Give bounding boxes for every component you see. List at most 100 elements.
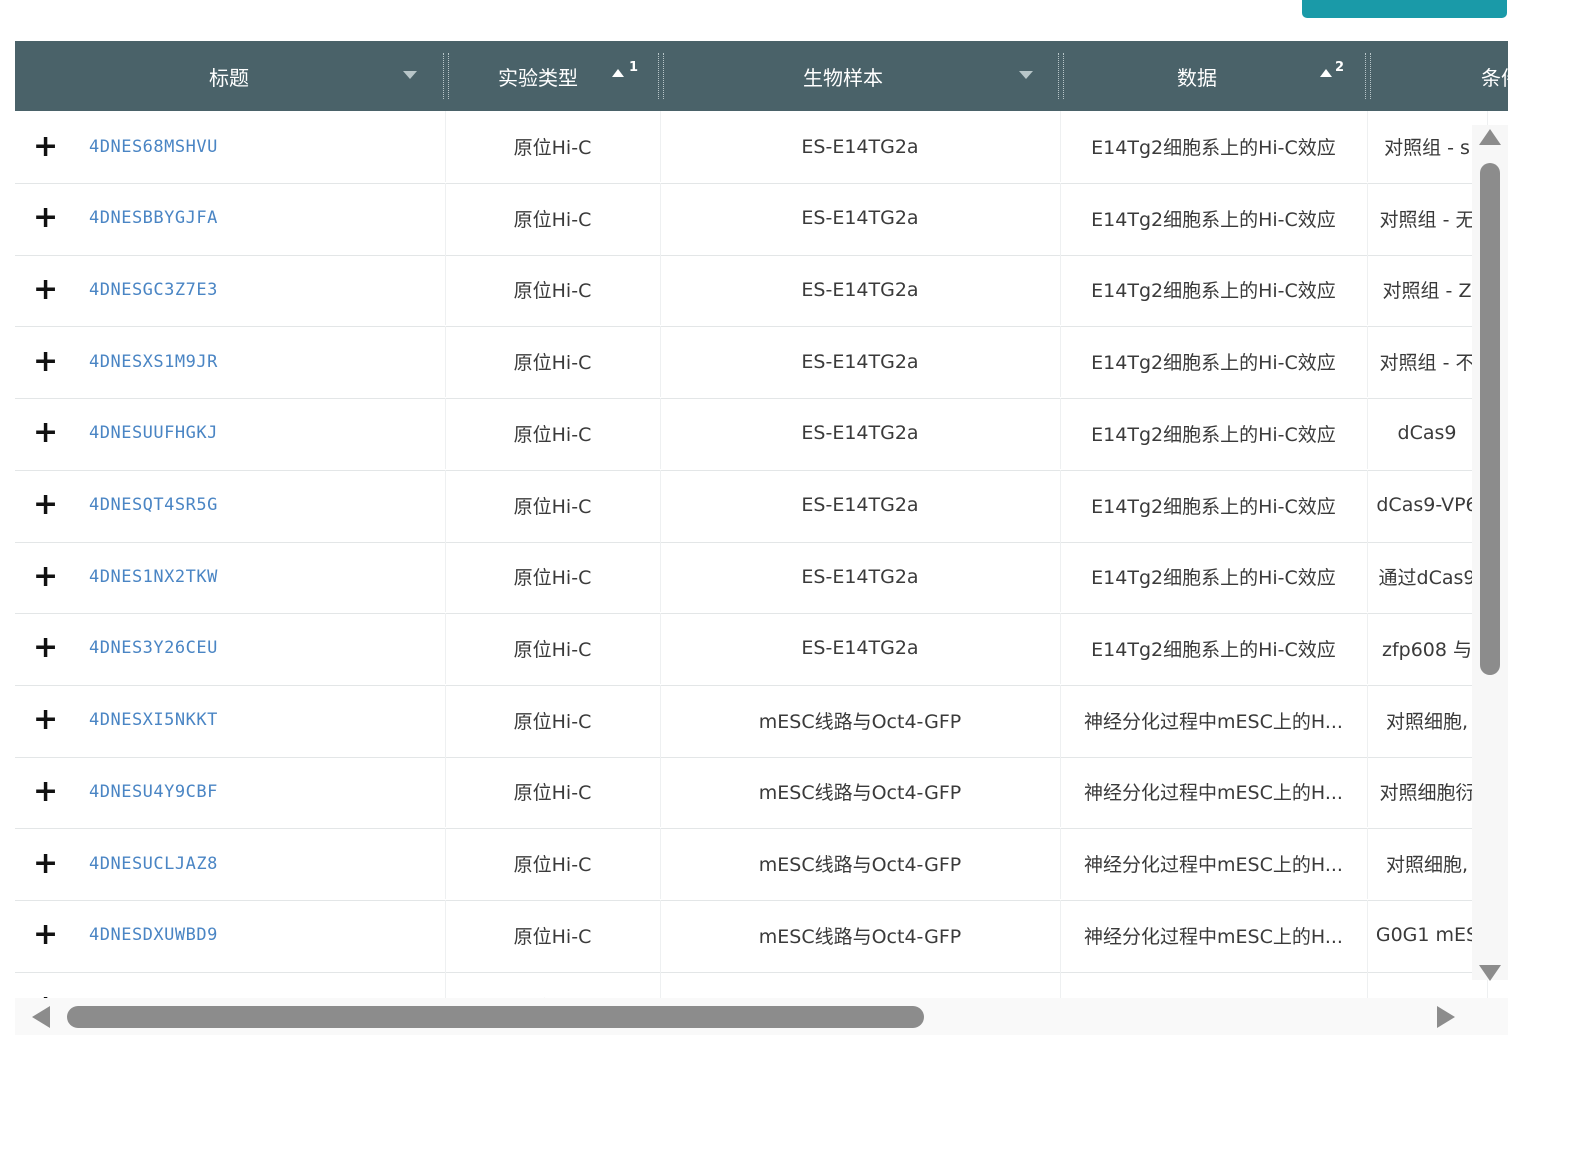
condition-cell: 对照细胞衍 (1367, 756, 1488, 828)
arrow-up-icon[interactable] (1479, 129, 1501, 145)
table-row: +4DNESQT4SR5G 原位Hi-C ES-E14TG2a E14Tg2细胞系上的… (15, 469, 1508, 543)
dataset-cell: E14Tg2细胞系上的Hi-C效应 (1060, 397, 1368, 469)
column-header-biosample[interactable]: 生物样本 (663, 41, 1023, 111)
condition-cell: 对照组 - 不 (1367, 326, 1488, 398)
table-header: 标题 实验类型 1 生物样本 数据 2 条件 (15, 41, 1508, 111)
plus-icon[interactable]: + (33, 274, 58, 305)
condition-cell: G0G1 mES (1367, 899, 1488, 971)
experiment-set-link[interactable]: 4DNES3Y26CEU (89, 612, 446, 684)
column-header-title[interactable]: 标题 (15, 41, 443, 111)
biosample-cell: ES-E14TG2a (660, 254, 1061, 326)
top-action-button[interactable] (1302, 0, 1507, 18)
experiment-set-link[interactable]: 4DNES68MSHVU (89, 111, 446, 182)
table-row: +4DNES1NX2TKW 原位Hi-C ES-E14TG2a E14Tg2细胞系上的… (15, 541, 1508, 615)
column-resize-handle[interactable] (1365, 53, 1371, 99)
condition-cell: dCas9-VP6 (1367, 469, 1488, 541)
column-header-experiment-type[interactable]: 实验类型 (448, 41, 658, 111)
plus-icon[interactable]: + (33, 346, 58, 377)
experiment-type-cell: 原位Hi-C (445, 971, 661, 999)
biosample-cell: ES-E14TG2a (660, 111, 1061, 182)
plus-icon[interactable]: + (33, 561, 58, 592)
experiment-set-link[interactable]: 4DNESU4Y9CBF (89, 756, 446, 828)
horizontal-scrollbar-thumb[interactable] (67, 1006, 924, 1028)
biosample-cell: mESC线路与Oct4-GFP (660, 971, 1061, 999)
experiment-set-link[interactable] (89, 971, 446, 999)
dataset-cell: E14Tg2细胞系上的Hi-C效应 (1060, 111, 1368, 182)
caret-down-icon[interactable] (403, 71, 417, 79)
dataset-cell: E14Tg2细胞系上的Hi-C效应 (1060, 182, 1368, 254)
sort-index-label: 1 (629, 60, 639, 75)
column-header-dataset[interactable]: 数据 (1063, 41, 1331, 111)
plus-icon[interactable]: + (33, 920, 58, 950)
experiment-type-cell: 原位Hi-C (445, 541, 661, 613)
dataset-cell: 神经分化过程中mESC上的H... (1060, 684, 1368, 756)
plus-icon[interactable]: + (33, 776, 58, 807)
experiment-type-cell: 原位Hi-C (445, 684, 661, 756)
experiment-set-link[interactable]: 4DNES1NX2TKW (89, 541, 446, 613)
biosample-cell: mESC线路与Oct4-GFP (660, 684, 1061, 756)
dataset-cell: E14Tg2细胞系上的Hi-C效应 (1060, 254, 1368, 326)
table-row: +4DNES68MSHVU 原位Hi-C ES-E14TG2a E14Tg2细胞系上的… (15, 111, 1508, 184)
experiment-set-link[interactable]: 4DNESUCLJAZ8 (89, 828, 446, 899)
condition-cell: 对照组 - s (1367, 111, 1488, 182)
experiment-type-cell: 原位Hi-C (445, 111, 661, 182)
dataset-cell: E14Tg2细胞系上的Hi-C效应 (1060, 326, 1368, 398)
plus-icon[interactable]: + (33, 705, 58, 735)
experiment-set-link[interactable]: 4DNESXI5NKKT (89, 684, 446, 756)
biosample-cell: mESC线路与Oct4-GFP (660, 899, 1061, 971)
caret-down-icon[interactable] (1019, 71, 1033, 79)
condition-cell: 对照组 - Z (1367, 254, 1488, 326)
table-row: +4DNESXS1M9JR 原位Hi-C ES-E14TG2a E14Tg2细胞系上的… (15, 326, 1508, 400)
table-row: +4DNES3Y26CEU 原位Hi-C ES-E14TG2a E14Tg2细胞系上的… (15, 612, 1508, 686)
biosample-cell: mESC线路与Oct4-GFP (660, 828, 1061, 899)
condition-cell: dCas9 (1367, 397, 1488, 469)
plus-icon[interactable]: + (33, 203, 58, 233)
experiment-type-cell: 原位Hi-C (445, 326, 661, 398)
experiment-set-link[interactable]: 4DNESGC3Z7E3 (89, 254, 446, 326)
table-row: +4DNESUCLJAZ8 原位Hi-C mESC线路与Oct4-GFP 神经分化过程… (15, 828, 1508, 901)
sort-up-icon[interactable] (1320, 69, 1332, 77)
column-header-condition[interactable]: 条件 (1481, 41, 1508, 111)
arrow-left-icon[interactable] (32, 1006, 50, 1028)
arrow-right-icon[interactable] (1437, 1006, 1455, 1028)
biosample-cell: ES-E14TG2a (660, 541, 1061, 613)
plus-icon[interactable]: + (33, 418, 58, 448)
plus-icon[interactable]: + (33, 633, 58, 663)
experiment-type-cell: 原位Hi-C (445, 254, 661, 326)
biosample-cell: ES-E14TG2a (660, 612, 1061, 684)
arrow-down-icon[interactable] (1479, 965, 1501, 981)
column-header-label: 数据 (1177, 65, 1217, 90)
biosample-cell: ES-E14TG2a (660, 326, 1061, 398)
experiment-type-cell: 原位Hi-C (445, 469, 661, 541)
dataset-cell: E14Tg2细胞系上的Hi-C效应 (1060, 541, 1368, 613)
experiment-set-link[interactable]: 4DNESQT4SR5G (89, 469, 446, 541)
biosample-cell: ES-E14TG2a (660, 182, 1061, 254)
plus-icon[interactable]: + (33, 490, 58, 520)
column-header-label: 实验类型 (498, 65, 578, 90)
experiment-type-cell: 原位Hi-C (445, 397, 661, 469)
experiment-set-link[interactable]: 4DNESXS1M9JR (89, 326, 446, 398)
table-body: +4DNES68MSHVU 原位Hi-C ES-E14TG2a E14Tg2细胞系上的… (15, 111, 1508, 999)
column-header-label: 条件 (1481, 65, 1508, 90)
experiment-set-link[interactable]: 4DNESUUFHGKJ (89, 397, 446, 469)
biosample-cell: mESC线路与Oct4-GFP (660, 756, 1061, 828)
vertical-scrollbar-thumb[interactable] (1480, 163, 1500, 675)
column-header-label: 生物样本 (803, 65, 883, 90)
sort-up-icon[interactable] (612, 69, 624, 77)
table-row: +4DNESU4Y9CBF 原位Hi-C mESC线路与Oct4-GFP 神经分化过程… (15, 756, 1508, 830)
experiment-type-cell: 原位Hi-C (445, 182, 661, 254)
plus-icon[interactable]: + (33, 131, 58, 162)
dataset-cell: 神经分化过程中mESC上的H... (1060, 899, 1368, 971)
experiment-set-link[interactable]: 4DNESBBYGJFA (89, 182, 446, 254)
experiment-set-link[interactable]: 4DNESDXUWBD9 (89, 899, 446, 971)
condition-cell: 对照组 - 无 (1367, 182, 1488, 254)
dataset-cell: 神经分化过程中mESC上的... (1060, 971, 1368, 999)
plus-icon[interactable]: + (33, 848, 58, 879)
table-row: +4DNESDXUWBD9 原位Hi-C mESC线路与Oct4-GFP 神经分化过程… (15, 899, 1508, 973)
experiment-type-cell: 原位Hi-C (445, 756, 661, 828)
condition-cell: G2/M 神经 (1367, 971, 1488, 999)
dataset-cell: 神经分化过程中mESC上的H... (1060, 756, 1368, 828)
table-row: +4DNESGC3Z7E3 原位Hi-C ES-E14TG2a E14Tg2细胞系上的… (15, 254, 1508, 328)
dataset-cell: 神经分化过程中mESC上的H... (1060, 828, 1368, 899)
condition-cell: 对照细胞, (1367, 828, 1488, 899)
